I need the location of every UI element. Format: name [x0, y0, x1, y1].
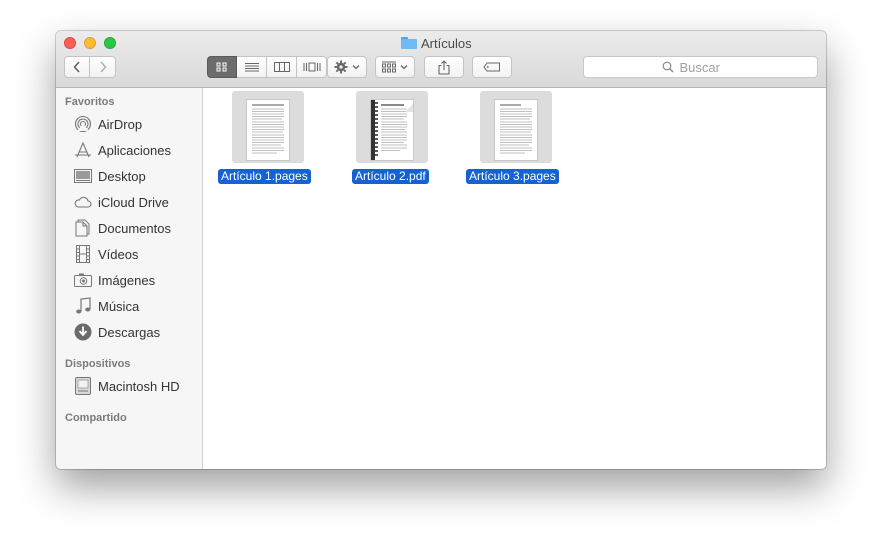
minimize-button[interactable] [84, 37, 96, 49]
sidebar-item-macintosh-hd[interactable]: Macintosh HD [74, 376, 180, 396]
chevron-down-icon [352, 65, 360, 70]
chevron-left-icon [73, 61, 80, 73]
pdf-thumbnail [371, 100, 413, 160]
sidebar-item-label: Aplicaciones [98, 142, 171, 158]
search-field[interactable] [583, 56, 818, 78]
list-view-button[interactable] [237, 56, 267, 78]
download-icon [74, 323, 92, 341]
toolbar: Artículos [56, 31, 826, 88]
share-icon [438, 59, 450, 75]
coverflow-view-icon [303, 62, 320, 72]
sidebar-heading-devices: Dispositivos [65, 358, 131, 370]
film-icon [74, 245, 92, 263]
sidebar-item-label: Macintosh HD [98, 378, 180, 394]
search-input[interactable] [679, 59, 740, 75]
sidebar-item-documents[interactable]: Documentos [74, 218, 171, 238]
share-button[interactable] [424, 56, 464, 78]
sidebar: Favoritos AirDrop Aplicaciones Desktop i… [56, 88, 203, 469]
sidebar-item-airdrop[interactable]: AirDrop [74, 114, 142, 134]
close-button[interactable] [64, 37, 76, 49]
view-mode-selector [207, 56, 327, 78]
desktop-icon [74, 167, 92, 185]
sidebar-item-label: Desktop [98, 168, 146, 184]
coverflow-view-button[interactable] [297, 56, 327, 78]
list-view-icon [244, 63, 259, 72]
search-icon [662, 61, 673, 73]
applications-icon [74, 141, 92, 159]
gear-icon [334, 60, 348, 74]
hard-drive-icon [74, 377, 92, 395]
camera-icon [74, 271, 92, 289]
file-name-label: Artículo 3.pages [466, 169, 559, 184]
action-menu-button[interactable] [327, 56, 367, 78]
sidebar-item-label: Vídeos [98, 246, 139, 262]
sidebar-item-label: Documentos [98, 220, 171, 236]
documents-icon [74, 219, 92, 237]
document-thumbnail [247, 100, 289, 160]
sidebar-item-images[interactable]: Imágenes [74, 270, 155, 290]
forward-button[interactable] [90, 56, 116, 78]
sidebar-heading-favorites: Favoritos [65, 96, 115, 108]
folder-icon [401, 37, 417, 49]
sidebar-item-label: Descargas [98, 324, 161, 340]
file-browser: Artículo 1.pages Artículo 2.pdf Artículo… [203, 88, 826, 469]
airdrop-icon [74, 115, 92, 133]
sidebar-item-label: iCloud Drive [98, 194, 169, 210]
zoom-button[interactable] [104, 37, 116, 49]
arrange-menu-button[interactable] [375, 56, 415, 78]
column-view-button[interactable] [267, 56, 297, 78]
finder-window: Artículos Buscar Favoritos AirDrop Aplic… [56, 31, 826, 469]
document-thumbnail [495, 100, 537, 160]
sidebar-item-downloads[interactable]: Descargas [74, 322, 160, 342]
window-title-text: Artículos [421, 35, 472, 51]
navigation-buttons [64, 56, 116, 78]
file-name-label: Artículo 1.pages [218, 169, 311, 184]
sidebar-item-desktop[interactable]: Desktop [74, 166, 146, 186]
icon-view-button[interactable] [207, 56, 237, 78]
sidebar-item-label: AirDrop [98, 116, 143, 132]
column-view-icon [273, 62, 290, 72]
tag-button[interactable] [472, 56, 512, 78]
icon-view-icon [216, 62, 227, 72]
chevron-right-icon [99, 61, 106, 73]
arrange-grid-icon [382, 61, 396, 73]
sidebar-item-applications[interactable]: Aplicaciones [74, 140, 171, 160]
sidebar-item-music[interactable]: Música [74, 296, 139, 316]
chevron-down-icon [400, 65, 408, 70]
tag-icon [483, 62, 500, 72]
sidebar-item-videos[interactable]: Vídeos [74, 244, 138, 264]
sidebar-item-icloud-drive[interactable]: iCloud Drive [74, 192, 169, 212]
file-name-label: Artículo 2.pdf [352, 169, 429, 184]
music-note-icon [74, 297, 92, 315]
sidebar-heading-shared: Compartido [65, 412, 127, 424]
sidebar-item-label: Música [98, 298, 140, 314]
window-title: Artículos [401, 35, 472, 51]
back-button[interactable] [64, 56, 90, 78]
sidebar-item-label: Imágenes [98, 272, 156, 288]
cloud-icon [74, 193, 92, 211]
